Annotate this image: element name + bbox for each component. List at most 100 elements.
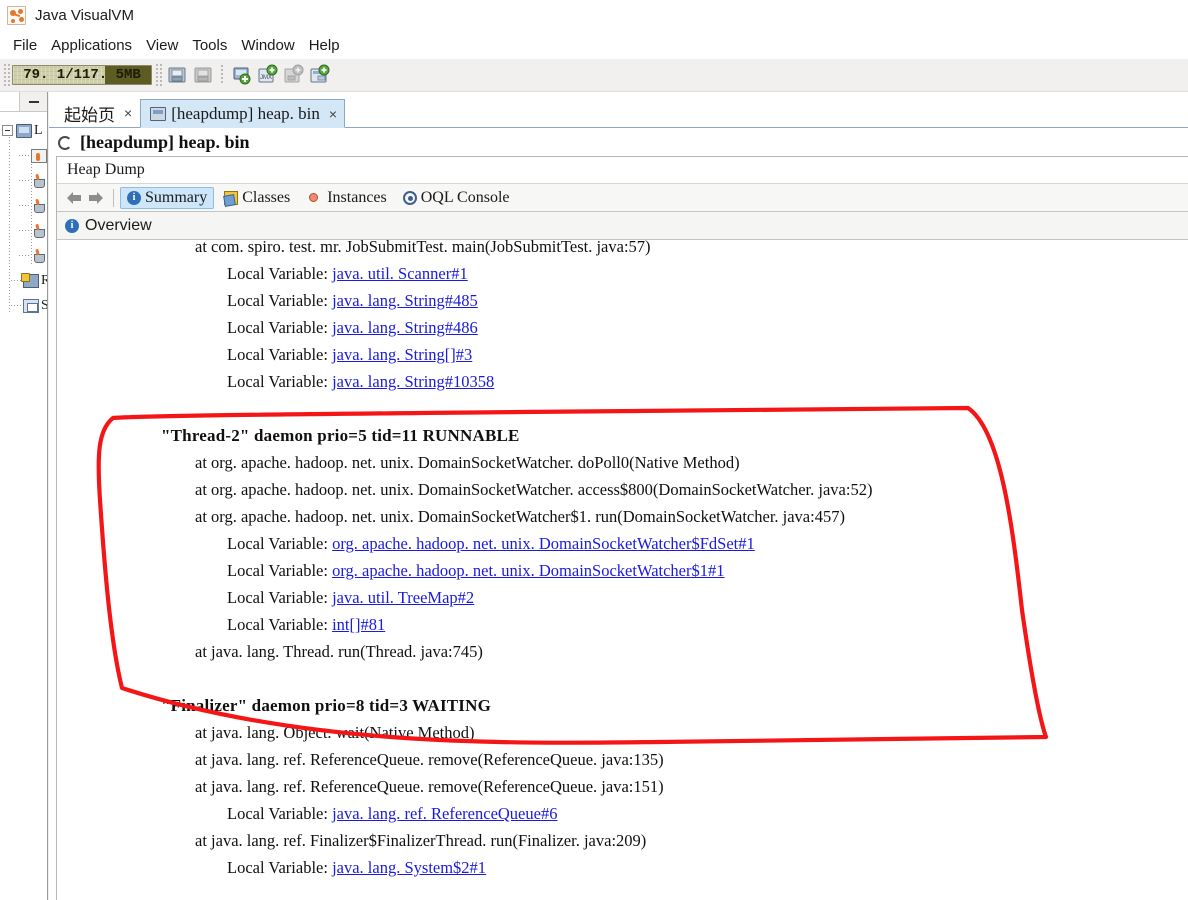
loading-spinner-icon	[58, 135, 72, 150]
instance-link[interactable]: java. lang. String#485	[332, 291, 478, 310]
stack-frame-line: at org. apache. hadoop. net. unix. Domai…	[195, 507, 845, 526]
add-application-icon[interactable]	[308, 64, 330, 86]
toolbar-divider	[113, 188, 114, 207]
tree-dots	[19, 205, 31, 206]
instance-link[interactable]: java. util. Scanner#1	[332, 264, 468, 283]
tree-node-label: L	[34, 122, 43, 138]
local-variable-line[interactable]: Local Variable: org. apache. hadoop. net…	[57, 530, 1188, 557]
menu-view[interactable]: View	[139, 35, 185, 56]
toolbar-separator	[221, 65, 223, 85]
tree-dots	[11, 305, 23, 306]
coffee-cup-icon	[31, 249, 47, 263]
applications-panel: L R S	[0, 92, 48, 900]
tab-classes-label: Classes	[242, 188, 291, 206]
local-variable-line[interactable]: Local Variable: org. apache. hadoop. net…	[57, 557, 1188, 584]
applications-panel-header	[0, 92, 47, 112]
tree-dots	[19, 230, 31, 231]
close-icon[interactable]: ×	[329, 106, 337, 122]
tab-start-page[interactable]: 起始页 ×	[54, 98, 141, 127]
visualvm-window: Java VisualVM File Applications View Too…	[0, 0, 1188, 900]
toolbar-grip-icon[interactable]	[4, 64, 10, 86]
thread-header-line: "Finalizer" daemon prio=8 tid=3 WAITING	[161, 696, 492, 715]
stack-frame-line: at java. lang. ref. ReferenceQueue. remo…	[195, 777, 664, 796]
tab-instances-label: Instances	[327, 188, 387, 206]
open-snapshot-icon[interactable]	[166, 64, 188, 86]
info-icon	[127, 190, 141, 205]
local-variable-label: Local Variable:	[227, 588, 333, 607]
instance-link[interactable]: int[]#81	[332, 615, 385, 634]
local-variable-label: Local Variable:	[227, 534, 333, 553]
instance-link[interactable]: java. lang. System$2#1	[332, 858, 486, 877]
overview-label: Overview	[85, 216, 152, 234]
instance-link[interactable]: java. lang. ref. ReferenceQueue#6	[332, 804, 557, 823]
monitor-icon	[16, 123, 32, 138]
document-title: [heapdump] heap. bin	[80, 132, 250, 152]
local-variable-label: Local Variable:	[227, 318, 333, 337]
instance-link[interactable]: java. lang. String#10358	[332, 372, 494, 391]
instance-link[interactable]: java. lang. String[]#3	[332, 345, 472, 364]
menu-file[interactable]: File	[6, 35, 44, 56]
instance-link[interactable]: java. util. TreeMap#2	[332, 588, 474, 607]
menu-applications[interactable]: Applications	[44, 35, 139, 56]
menu-window[interactable]: Window	[234, 35, 301, 56]
tree-connector-line	[9, 136, 10, 312]
instance-link[interactable]: java. lang. String#486	[332, 318, 478, 337]
oql-icon	[402, 190, 417, 205]
coffee-cup-icon	[31, 224, 47, 238]
heapdump-view-toolbar: Summary Classes Instances OQL Console	[57, 184, 1188, 212]
instances-icon	[309, 193, 319, 202]
memory-gauge[interactable]: 79. 1/117. 5MB	[12, 65, 152, 85]
back-arrow-icon[interactable]	[63, 187, 85, 209]
add-remote-host-icon[interactable]	[230, 64, 252, 86]
tab-instances[interactable]: Instances	[300, 187, 393, 209]
local-variable-line[interactable]: Local Variable: java. lang. String#10358	[57, 368, 1188, 395]
tab-oql-console[interactable]: OQL Console	[397, 187, 516, 209]
coffee-cup-icon	[31, 199, 47, 213]
forward-arrow-icon[interactable]	[85, 187, 107, 209]
app-window-icon	[31, 148, 47, 163]
svg-text:JMX: JMX	[260, 75, 272, 81]
tab-summary-label: Summary	[145, 188, 208, 206]
menu-help[interactable]: Help	[302, 35, 347, 56]
tab-classes[interactable]: Classes	[218, 187, 296, 209]
applications-tab-stub[interactable]	[0, 92, 20, 111]
local-variable-label: Local Variable:	[227, 858, 333, 877]
add-vm-coredump-icon	[282, 64, 304, 86]
overview-content[interactable]: at com. spiro. test. mr. JobSubmitTest. …	[57, 240, 1188, 897]
local-variable-line[interactable]: Local Variable: java. lang. String#486	[57, 314, 1188, 341]
local-variable-line[interactable]: Local Variable: int[]#81	[57, 611, 1188, 638]
local-variable-line[interactable]: Local Variable: java. lang. String[]#3	[57, 341, 1188, 368]
remote-host-icon	[21, 272, 39, 288]
tab-oql-label: OQL Console	[420, 188, 510, 206]
toolbar-grip-icon-2[interactable]	[156, 64, 162, 86]
stack-frame-line: at org. apache. hadoop. net. unix. Domai…	[195, 480, 873, 499]
local-variable-label: Local Variable:	[227, 804, 333, 823]
instance-link[interactable]: org. apache. hadoop. net. unix. DomainSo…	[332, 534, 755, 553]
local-variable-line[interactable]: Local Variable: java. util. Scanner#1	[57, 260, 1188, 287]
add-jmx-connection-icon[interactable]: JMX	[256, 64, 278, 86]
local-variable-line[interactable]: Local Variable: java. util. TreeMap#2	[57, 584, 1188, 611]
applications-tree[interactable]: L R S	[0, 112, 47, 892]
tree-node-label: R	[41, 272, 47, 288]
main-toolbar: 79. 1/117. 5MB JMX	[0, 59, 1188, 92]
local-variable-line[interactable]: Local Variable: java. lang. System$2#1	[57, 854, 1188, 881]
document-tab-strip: 起始页 × [heapdump] heap. bin ×	[49, 98, 1188, 128]
menu-tools[interactable]: Tools	[185, 35, 234, 56]
snapshots-icon	[23, 298, 39, 313]
stack-trace-list: at com. spiro. test. mr. JobSubmitTest. …	[57, 240, 1188, 881]
tree-dots	[19, 180, 31, 181]
instance-link[interactable]: org. apache. hadoop. net. unix. DomainSo…	[332, 561, 724, 580]
local-variable-line[interactable]: Local Variable: java. lang. ref. Referen…	[57, 800, 1188, 827]
tab-heapdump[interactable]: [heapdump] heap. bin ×	[140, 99, 346, 128]
document-title-bar: [heapdump] heap. bin	[49, 129, 1188, 156]
tab-summary[interactable]: Summary	[120, 186, 215, 209]
local-variable-line[interactable]: Local Variable: java. lang. String#485	[57, 287, 1188, 314]
minimize-panel-button[interactable]	[20, 92, 47, 111]
window-title: Java VisualVM	[35, 7, 134, 24]
stack-frame-line: at java. lang. Thread. run(Thread. java:…	[195, 642, 483, 661]
local-variable-label: Local Variable:	[227, 291, 333, 310]
title-bar: Java VisualVM	[0, 0, 1188, 31]
collapse-icon[interactable]	[2, 125, 13, 136]
stack-frame-line: at com. spiro. test. mr. JobSubmitTest. …	[195, 240, 651, 256]
close-icon[interactable]: ×	[124, 105, 132, 121]
